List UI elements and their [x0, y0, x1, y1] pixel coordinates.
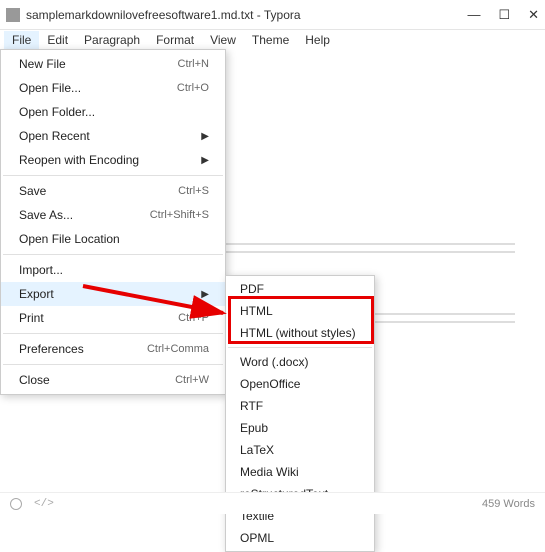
export-openoffice[interactable]: OpenOffice	[226, 373, 374, 395]
export-latex[interactable]: LaTeX	[226, 439, 374, 461]
chevron-right-icon: ▶	[201, 289, 209, 300]
sidebar-toggle-icon[interactable]	[10, 498, 22, 510]
menu-item-new-file[interactable]: New FileCtrl+N	[1, 52, 225, 76]
window-controls: — ☐ ✕	[467, 7, 539, 23]
source-mode-icon[interactable]: </>	[34, 498, 54, 510]
menubar: File Edit Paragraph Format View Theme He…	[0, 30, 545, 50]
menu-item-print[interactable]: PrintCtrl+P	[1, 306, 225, 330]
maximize-button[interactable]: ☐	[498, 7, 510, 23]
menu-item-import[interactable]: Import...	[1, 258, 225, 282]
export-mediawiki[interactable]: Media Wiki	[226, 461, 374, 483]
export-pdf[interactable]: PDF	[226, 278, 374, 300]
statusbar: </> 459 Words	[0, 492, 545, 514]
menu-separator	[228, 347, 372, 348]
menu-item-export[interactable]: Export▶	[1, 282, 225, 306]
export-word[interactable]: Word (.docx)	[226, 351, 374, 373]
menu-paragraph[interactable]: Paragraph	[76, 31, 148, 49]
menu-item-open-folder[interactable]: Open Folder...	[1, 100, 225, 124]
menu-item-preferences[interactable]: PreferencesCtrl+Comma	[1, 337, 225, 361]
export-rtf[interactable]: RTF	[226, 395, 374, 417]
menu-format[interactable]: Format	[148, 31, 202, 49]
menu-help[interactable]: Help	[297, 31, 338, 49]
window-title: samplemarkdownilovefreesoftware1.md.txt …	[26, 8, 467, 22]
export-epub[interactable]: Epub	[226, 417, 374, 439]
menu-item-open-recent[interactable]: Open Recent▶	[1, 124, 225, 148]
titlebar: samplemarkdownilovefreesoftware1.md.txt …	[0, 0, 545, 30]
menu-theme[interactable]: Theme	[244, 31, 297, 49]
menu-view[interactable]: View	[202, 31, 244, 49]
menu-item-save[interactable]: SaveCtrl+S	[1, 179, 225, 203]
app-icon	[6, 8, 20, 22]
menu-item-reopen[interactable]: Reopen with Encoding▶	[1, 148, 225, 172]
chevron-right-icon: ▶	[201, 131, 209, 142]
word-count[interactable]: 459 Words	[482, 498, 535, 510]
close-button[interactable]: ✕	[528, 7, 539, 23]
export-opml[interactable]: OPML	[226, 527, 374, 549]
menu-item-open[interactable]: Open File...Ctrl+O	[1, 76, 225, 100]
menu-edit[interactable]: Edit	[39, 31, 76, 49]
menu-item-save-as[interactable]: Save As...Ctrl+Shift+S	[1, 203, 225, 227]
export-html[interactable]: HTML	[226, 300, 374, 322]
export-html-no-styles[interactable]: HTML (without styles)	[226, 322, 374, 344]
menu-separator	[3, 364, 223, 365]
menu-file[interactable]: File	[4, 31, 39, 49]
menu-item-open-location[interactable]: Open File Location	[1, 227, 225, 251]
menu-item-close[interactable]: CloseCtrl+W	[1, 368, 225, 392]
menu-separator	[3, 254, 223, 255]
menu-separator	[3, 333, 223, 334]
minimize-button[interactable]: —	[467, 7, 480, 23]
chevron-right-icon: ▶	[201, 155, 209, 166]
file-menu: New FileCtrl+N Open File...Ctrl+O Open F…	[0, 49, 226, 395]
menu-separator	[3, 175, 223, 176]
